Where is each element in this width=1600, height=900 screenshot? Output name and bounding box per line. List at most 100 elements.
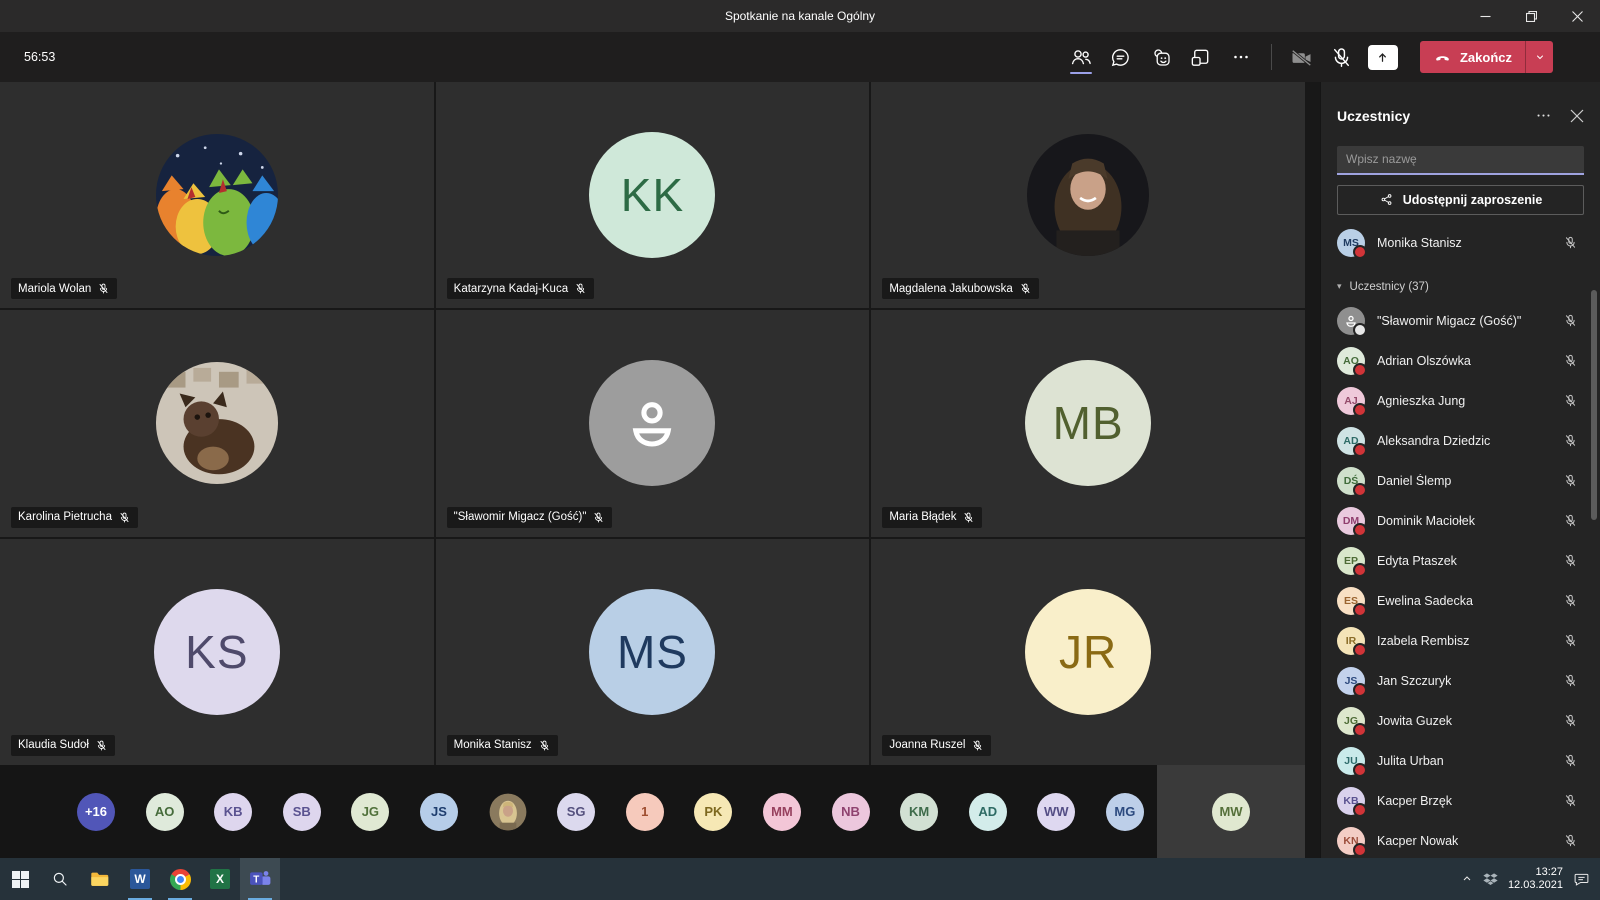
leave-options-button[interactable] [1526,41,1553,73]
video-tile[interactable]: MSMonika Stanisz [436,539,870,765]
video-tile[interactable]: "Sławomir Migacz (Gość)" [436,310,870,536]
video-tile[interactable]: Karolina Pietrucha [0,310,434,536]
participant-row[interactable]: IRIzabela Rembisz [1337,621,1584,661]
strip-avatar[interactable]: NB [832,793,870,831]
participant-row[interactable]: DŚDaniel Ślemp [1337,461,1584,501]
dropbox-icon [1483,872,1498,887]
presence-dot [1353,843,1367,857]
dropbox-tray-icon[interactable] [1483,858,1498,900]
reactions-button[interactable] [1141,37,1181,77]
file-explorer-button[interactable] [80,858,120,900]
clock-time: 13:27 [1508,866,1563,879]
participant-name-label: Katarzyna Kadaj-Kuca [447,278,594,299]
strip-avatar[interactable]: JG [351,793,389,831]
participant-list: "Sławomir Migacz (Gość)"AOAdrian Olszówk… [1337,301,1584,858]
strip-avatar[interactable]: WW [1037,793,1075,831]
avatar: JS [1337,667,1365,695]
avatar-initials: KK [621,168,684,222]
strip-avatar[interactable] [489,793,527,831]
strip-avatar[interactable]: 1 [626,793,664,831]
mic-off-icon [1563,433,1578,448]
strip-avatar[interactable]: AD [969,793,1007,831]
video-tile[interactable]: MBMaria Błądek [871,310,1305,536]
minimize-button[interactable] [1462,0,1508,32]
strip-avatar[interactable]: SB [283,793,321,831]
participant-name: Joanna Ruszel [889,739,965,751]
camera-off-button[interactable] [1282,37,1322,77]
show-participants-button[interactable] [1061,37,1101,77]
video-tile[interactable]: Mariola Wolan [0,82,434,308]
strip-avatar[interactable]: KM [900,793,938,831]
search-input[interactable] [1337,146,1584,175]
share-screen-button[interactable] [1368,45,1398,70]
leave-meeting-button[interactable]: Zakończ [1420,41,1553,73]
panel-close-icon[interactable] [1570,109,1584,123]
chat-button[interactable] [1101,37,1141,77]
presence-dot [1353,643,1367,657]
participant-name: Katarzyna Kadaj-Kuca [454,283,568,295]
strip-avatar[interactable]: MM [763,793,801,831]
taskbar-search-button[interactable] [40,858,80,900]
self-avatar[interactable]: MW [1212,793,1250,831]
mic-muted-indicator [1563,753,1584,768]
participant-row[interactable]: AOAdrian Olszówka [1337,341,1584,381]
more-actions-button[interactable] [1221,37,1261,77]
participant-row[interactable]: ESEwelina Sadecka [1337,581,1584,621]
avatar-initials: MS [617,625,688,679]
mic-off-icon [538,739,551,752]
panel-header: Uczestnicy [1337,104,1584,128]
participant-name: Adrian Olszówka [1377,354,1471,368]
participant-row[interactable]: "Sławomir Migacz (Gość)" [1337,301,1584,341]
close-button[interactable] [1554,0,1600,32]
windows-taskbar: W X T 13:27 12.03.2021 [0,858,1600,900]
strip-avatar[interactable]: +16 [77,793,115,831]
self-view-area[interactable]: MW [1157,765,1305,858]
participant-row[interactable]: KNKacper Nowak [1337,821,1584,858]
breakout-rooms-button[interactable] [1181,37,1221,77]
leave-main[interactable]: Zakończ [1420,41,1525,73]
strip-avatar[interactable]: SG [557,793,595,831]
start-button[interactable] [0,858,40,900]
chrome-button[interactable] [160,858,200,900]
restore-button[interactable] [1508,0,1554,32]
word-button[interactable]: W [120,858,160,900]
participant-row[interactable]: MSMonika Stanisz [1337,223,1584,263]
participant-row[interactable]: JGJowita Guzek [1337,701,1584,741]
participant-row[interactable]: JUJulita Urban [1337,741,1584,781]
participant-strip: +16 AO KB SB JG JS SG 1 PK MM NB KM AD WW MG MW [0,765,1305,858]
participant-row[interactable]: KBKacper Brzęk [1337,781,1584,821]
mic-off-icon [1563,553,1578,568]
action-center-button[interactable] [1573,858,1590,900]
share-invite-button[interactable]: Udostępnij zaproszenie [1337,185,1584,215]
video-tile[interactable]: JRJoanna Ruszel [871,539,1305,765]
participants-section-header[interactable]: ▾ Uczestnicy (37) [1337,279,1584,295]
avatar-initials: NB [841,804,860,819]
panel-more-icon[interactable] [1535,107,1552,124]
avatar-initials: WW [1044,804,1069,819]
video-tile[interactable]: Magdalena Jakubowska [871,82,1305,308]
mic-mute-button[interactable] [1322,37,1362,77]
participant-row[interactable]: ADAleksandra Dziedzic [1337,421,1584,461]
strip-avatar[interactable]: MG [1106,793,1144,831]
participant-row[interactable]: AJAgnieszka Jung [1337,381,1584,421]
scrollbar-thumb[interactable] [1591,290,1597,520]
strip-avatar[interactable]: JS [420,793,458,831]
video-tile[interactable]: KK Katarzyna Kadaj-Kuca [436,82,870,308]
strip-avatar[interactable]: KB [214,793,252,831]
mic-muted-indicator [1019,282,1032,295]
tray-expand-button[interactable] [1461,858,1473,900]
strip-avatar[interactable]: PK [694,793,732,831]
strip-avatar[interactable]: AO [146,793,184,831]
presence-dot [1353,723,1367,737]
participant-row[interactable]: DMDominik Maciołek [1337,501,1584,541]
participant-row[interactable]: EPEdyta Ptaszek [1337,541,1584,581]
teams-button[interactable]: T [240,858,280,900]
avatar: JG [1337,707,1365,735]
video-tile[interactable]: KSKlaudia Sudoł [0,539,434,765]
presence-dot [1353,403,1367,417]
mic-off-icon [1563,235,1578,250]
excel-button[interactable]: X [200,858,240,900]
taskbar-clock[interactable]: 13:27 12.03.2021 [1508,866,1563,892]
participant-row[interactable]: JSJan Szczuryk [1337,661,1584,701]
meeting-toolbar: 56:53 [0,32,1600,82]
